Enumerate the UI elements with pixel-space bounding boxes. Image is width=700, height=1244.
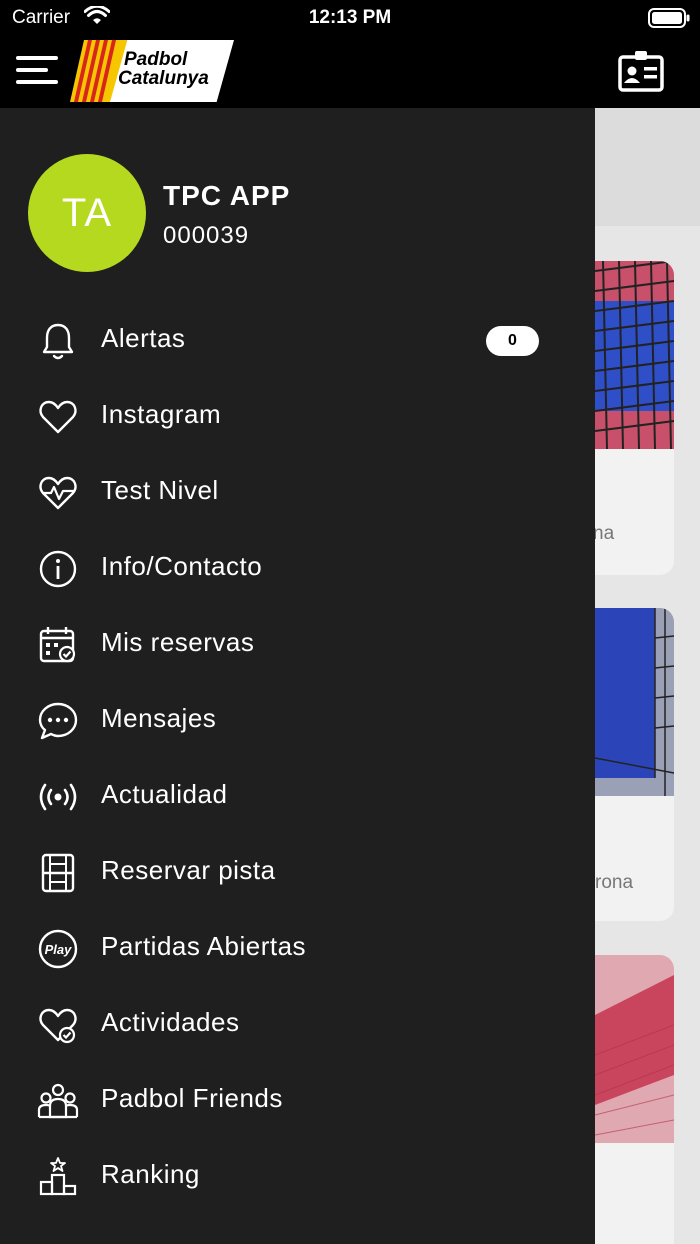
card-1-image [595, 261, 674, 450]
menu-label-mis-reservas: Mis reservas [101, 627, 255, 657]
logo-line-2: Catalunya [118, 68, 209, 89]
card-1-text: na [595, 523, 615, 544]
group-icon [37, 1083, 79, 1119]
menu-label-test-nivel: Test Nivel [101, 475, 219, 505]
svg-text:Play: Play [45, 942, 73, 957]
partial-icon [36, 1231, 80, 1244]
menu-item-ranking[interactable]: Ranking [0, 1139, 595, 1215]
heart-check-icon [39, 1008, 77, 1044]
menu-label-reservar-pista: Reservar pista [101, 855, 276, 885]
id-card-icon[interactable] [618, 50, 664, 92]
court-icon [41, 853, 75, 893]
background-card-1: na [595, 261, 674, 575]
info-icon [39, 550, 77, 588]
menu-item-partidas-abiertas[interactable]: Play Partidas Abiertas [0, 911, 595, 987]
clock: 12:13 PM [308, 7, 392, 28]
user-name: TPC APP [163, 180, 291, 211]
menu-label-alertas: Alertas [101, 323, 186, 353]
chat-bubble-icon [38, 702, 78, 740]
avatar[interactable]: TA [28, 154, 146, 272]
menu-label-mensajes: Mensajes [101, 703, 217, 733]
background-banner [595, 108, 700, 226]
menu-item-test-nivel[interactable]: Test Nivel [0, 455, 595, 531]
background-card-3 [595, 955, 674, 1244]
menu-item-mensajes[interactable]: Mensajes [0, 683, 595, 759]
menu-item-instagram[interactable]: Instagram [0, 379, 595, 455]
menu-item-alertas[interactable]: Alertas 0 [0, 303, 595, 379]
menu-item-partial[interactable] [0, 1215, 595, 1244]
heart-icon [39, 400, 77, 434]
menu-toggle-button[interactable] [16, 56, 58, 86]
heart-pulse-icon [39, 476, 77, 510]
bell-icon [42, 323, 74, 360]
menu-label-actividades: Actividades [101, 1007, 240, 1037]
card-2-image [595, 608, 674, 796]
card-3-image [595, 955, 674, 1143]
navigation-drawer: TA TPC APP 000039 Alertas 0 Instagram Te… [0, 108, 595, 1244]
menu-item-mis-reservas[interactable]: Mis reservas [0, 607, 595, 683]
logo-line-1: Padbol [124, 49, 188, 70]
padbol-catalunya-logo: Padbol Catalunya [70, 40, 234, 102]
battery-icon [648, 8, 690, 28]
user-id: 000039 [163, 222, 250, 249]
menu-item-padbol-friends[interactable]: Padbol Friends [0, 1063, 595, 1139]
alerts-count-badge: 0 [486, 326, 539, 356]
menu-label-info-contacto: Info/Contacto [101, 551, 263, 581]
background-card-2: rona [595, 608, 674, 921]
menu-item-info-contacto[interactable]: Info/Contacto [0, 531, 595, 607]
menu-label-instagram: Instagram [101, 399, 222, 429]
menu-label-partidas-abiertas: Partidas Abiertas [101, 931, 307, 961]
menu-item-actualidad[interactable]: Actualidad [0, 759, 595, 835]
broadcast-icon [39, 783, 77, 811]
menu-item-actividades[interactable]: Actividades [0, 987, 595, 1063]
menu-item-reservar-pista[interactable]: Reservar pista [0, 835, 595, 911]
status-bar: Carrier 12:13 PM [0, 0, 700, 36]
menu-label-actualidad: Actualidad [101, 779, 228, 809]
menu-label-ranking: Ranking [101, 1159, 200, 1189]
app-header: Padbol Catalunya [0, 36, 700, 108]
menu-label-padbol-friends: Padbol Friends [101, 1083, 283, 1113]
card-2-text: rona [595, 872, 634, 893]
calendar-check-icon [39, 627, 76, 663]
background-content: na rona [595, 108, 700, 1244]
podium-icon [39, 1157, 77, 1196]
play-badge-icon: Play [38, 929, 78, 969]
